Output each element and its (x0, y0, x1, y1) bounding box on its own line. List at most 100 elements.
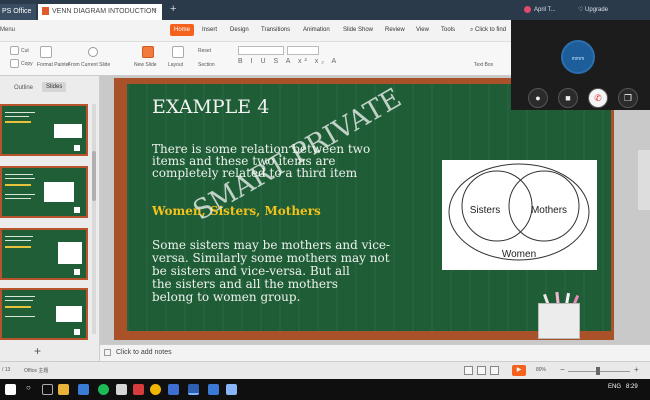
thumb-text (5, 116, 29, 117)
app-icon[interactable] (226, 384, 237, 395)
normal-view-icon[interactable] (464, 366, 473, 375)
search-box[interactable]: ⌕ Click to find (470, 27, 506, 34)
slide-text-line[interactable]: belong to women group. (152, 291, 300, 304)
edge-icon[interactable] (78, 384, 89, 395)
notes-placeholder[interactable]: Click to add notes (116, 349, 172, 356)
zoom-out-button[interactable]: − (560, 365, 565, 374)
language-indicator[interactable]: ENG (608, 384, 621, 390)
pencil-cup (538, 303, 580, 339)
tab-design[interactable]: Design (230, 27, 249, 33)
font-name-field[interactable] (238, 46, 284, 55)
slide-thumbnail[interactable] (0, 104, 88, 156)
notes-grip-icon[interactable] (104, 349, 111, 356)
menu-button[interactable]: Menu (0, 27, 15, 33)
clock[interactable]: 8:29 (626, 384, 638, 390)
wps-icon[interactable] (188, 384, 199, 395)
slide-thumbnail[interactable] (0, 166, 88, 218)
tab-document[interactable]: VENN DIAGRAM INTODUCTION × (38, 4, 162, 20)
venn-label-mothers: Mothers (531, 205, 567, 216)
thumb-diagram (44, 182, 74, 202)
slide-text-line[interactable]: Some sisters may be mothers and vice- (152, 239, 390, 252)
section-button[interactable]: Section (198, 62, 215, 68)
user-account[interactable]: April T... (524, 6, 556, 13)
store-icon[interactable] (116, 384, 127, 395)
from-current-slide-button[interactable]: From Current Slide (68, 62, 110, 68)
search-label: Click to find (475, 27, 507, 33)
chrome-icon[interactable] (150, 384, 161, 395)
slide-text-line[interactable]: be sisters and vice-versa. But all (152, 265, 350, 278)
taskbar: ○ ENG 8:29 (0, 379, 650, 400)
slide-text-line[interactable]: versa. Similarly some mothers may not (152, 252, 390, 265)
windows-start-icon[interactable] (5, 384, 16, 395)
slide-text-line[interactable]: the sisters and all the mothers (152, 278, 338, 291)
app-icon[interactable] (133, 384, 144, 395)
venn-diagram[interactable]: Sisters Mothers Women (442, 160, 597, 270)
title-bar: PS Office VENN DIAGRAM INTODUCTION × + A… (0, 0, 650, 20)
upgrade-button[interactable]: ♡ Upgrade (578, 6, 608, 13)
spotify-icon[interactable] (98, 384, 109, 395)
cut-icon[interactable] (10, 46, 19, 55)
tab-slides[interactable]: Slides (42, 82, 67, 92)
format-toolbar[interactable]: B I U S A x² x₂ A (238, 58, 339, 65)
venn-label-women: Women (502, 249, 536, 260)
zoom-slider-knob[interactable] (596, 367, 600, 375)
thumb-text (5, 316, 35, 317)
app-icon[interactable] (168, 384, 179, 395)
text-box-button[interactable]: Text Box (474, 62, 493, 68)
copy-icon[interactable] (10, 59, 19, 68)
tab-home[interactable]: Home (170, 24, 195, 36)
slide-thumbnail[interactable] (0, 228, 88, 280)
slide-thumbnail[interactable] (0, 288, 88, 340)
mic-icon[interactable]: ● (528, 88, 548, 108)
zoom-in-button[interactable]: + (634, 365, 639, 374)
reset-button[interactable]: Reset (198, 48, 211, 54)
reading-view-icon[interactable] (490, 366, 499, 375)
notes-pane[interactable]: Click to add notes (100, 344, 650, 361)
tab-view[interactable]: View (416, 27, 429, 33)
play-icon[interactable] (88, 47, 98, 57)
zoom-level[interactable]: 80% (536, 367, 546, 373)
slide-title[interactable]: EXAMPLE 4 (152, 96, 269, 118)
close-tab-icon[interactable]: × (153, 7, 157, 14)
add-slide-button[interactable]: + (34, 344, 41, 358)
cut-label: Cut (21, 48, 29, 54)
layout-icon[interactable] (172, 46, 184, 58)
tab-transitions[interactable]: Transitions (261, 27, 290, 33)
task-view-icon[interactable] (42, 384, 53, 395)
new-slide-button[interactable]: New Slide (134, 62, 157, 68)
tab-tools[interactable]: Tools (441, 27, 455, 33)
tab-insert[interactable]: Insert (202, 27, 217, 33)
tab-animation[interactable]: Animation (303, 27, 330, 33)
thumb-text (5, 296, 35, 297)
hangup-icon[interactable]: ✆ (588, 88, 608, 108)
thumb-highlight (5, 246, 31, 248)
presentation-icon (42, 7, 49, 15)
thumb-cup (74, 269, 80, 275)
slide-sorter-icon[interactable] (477, 366, 486, 375)
slideshow-play-button[interactable]: ▶ (512, 365, 526, 376)
slide-counter: / 13 (2, 367, 11, 373)
tab-slide-show[interactable]: Slide Show (343, 27, 373, 33)
new-slide-icon[interactable] (142, 46, 154, 58)
video-icon[interactable]: ■ (558, 88, 578, 108)
avatar (524, 6, 531, 13)
word-icon[interactable] (208, 384, 219, 395)
thumb-diagram (58, 242, 82, 264)
tab-review[interactable]: Review (385, 27, 405, 33)
file-explorer-icon[interactable] (58, 384, 69, 395)
user-name: April T... (534, 7, 556, 14)
edit-scrollbar[interactable] (638, 150, 650, 210)
font-size-field[interactable] (287, 46, 319, 55)
tab-outline[interactable]: Outline (14, 85, 33, 91)
add-tab-button[interactable]: + (170, 3, 176, 15)
tab-document-label: VENN DIAGRAM INTODUCTION (52, 7, 157, 15)
panel-scrollbar[interactable] (92, 104, 96, 334)
panel-scroll-thumb[interactable] (92, 151, 96, 201)
format-painter-icon[interactable] (40, 46, 52, 58)
theme-name: Office 主题 (24, 368, 49, 374)
search-icon[interactable]: ○ (26, 383, 37, 394)
layout-button[interactable]: Layout (168, 62, 183, 68)
tab-office[interactable]: PS Office (0, 4, 36, 20)
switch-window-icon[interactable]: ❐ (618, 88, 638, 108)
upgrade-label: Upgrade (585, 7, 609, 13)
